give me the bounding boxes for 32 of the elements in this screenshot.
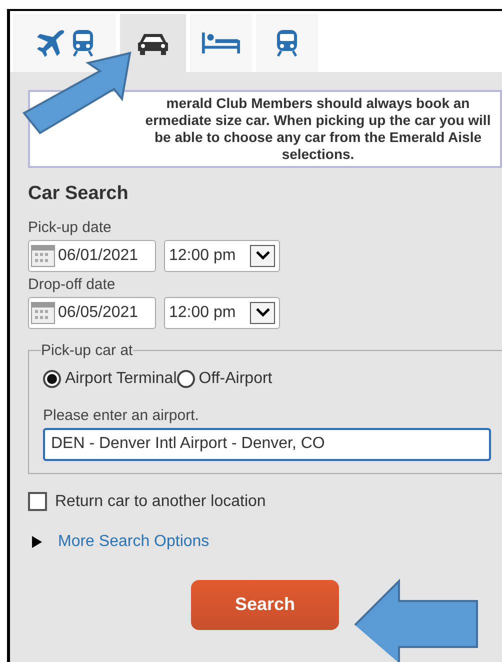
- arrow-icon: [353, 579, 479, 662]
- train-icon: [276, 29, 298, 57]
- time-select[interactable]: 12:00 pm: [164, 240, 280, 272]
- field-label: Please enter an airport.: [43, 406, 200, 424]
- option-label: Airport Terminal: [65, 368, 177, 388]
- time-select[interactable]: 12:00 pm: [164, 296, 280, 328]
- plane-icon: [36, 29, 66, 57]
- calendar-icon: [31, 302, 55, 324]
- calendar-icon: [31, 244, 55, 266]
- arrow-icon: [20, 51, 132, 135]
- bed-icon: [202, 32, 240, 54]
- notice-text: merald Club Members should always book an ermediate size car. When picking up the car you will be able to choose any car from the Emerald Aisle selections.: [28, 90, 502, 168]
- radio-button[interactable]: [176, 370, 195, 388]
- chevron-down-icon: [256, 251, 270, 260]
- airport-input[interactable]: DEN - Denver Intl Airport - Denver, CO: [43, 428, 491, 460]
- group-legend: Pick-up car at: [41, 342, 133, 358]
- date-field[interactable]: 06/05/2021: [28, 296, 156, 328]
- section-heading: Car Search: [28, 182, 130, 206]
- checkbox[interactable]: [28, 492, 47, 511]
- radio-button[interactable]: [43, 370, 61, 388]
- option-label: Off-Airport: [198, 368, 272, 388]
- train-icon: [72, 29, 94, 57]
- date-field[interactable]: 06/01/2021: [28, 240, 156, 272]
- search-button[interactable]: Search: [191, 580, 339, 630]
- car-icon: [137, 31, 169, 55]
- tab[interactable]: [120, 14, 186, 72]
- more-options-link[interactable]: More Search Options: [58, 530, 210, 554]
- field-label: Drop-off date: [28, 276, 116, 292]
- triangle-icon[interactable]: [32, 536, 42, 548]
- field-label: Pick-up date: [28, 218, 112, 236]
- chevron-down-icon: [256, 308, 270, 317]
- checkbox-label: Return car to another location: [55, 492, 266, 512]
